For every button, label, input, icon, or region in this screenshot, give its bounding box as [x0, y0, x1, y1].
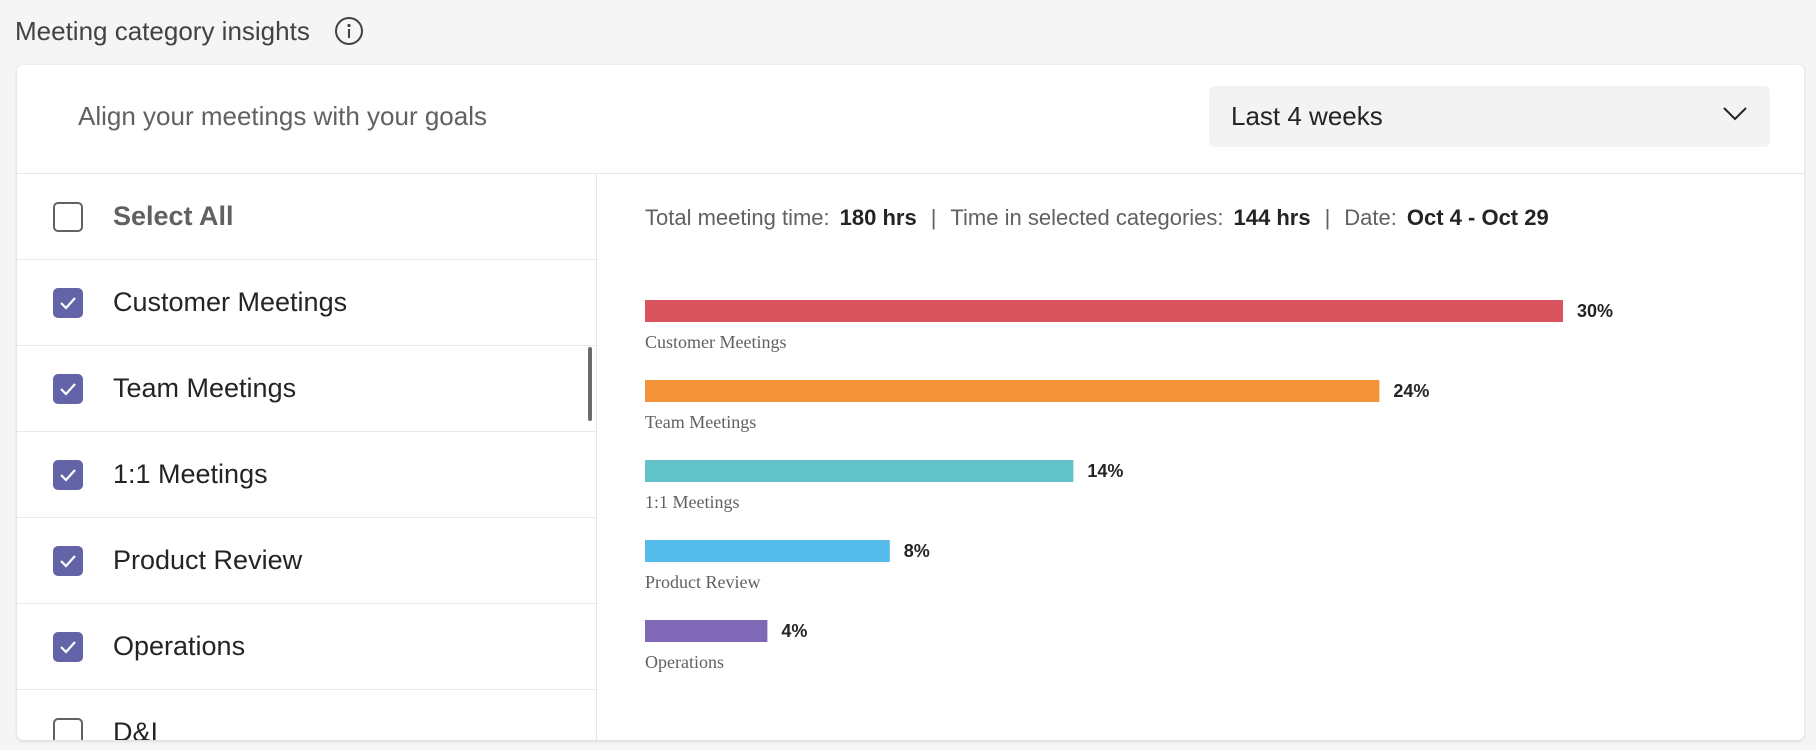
- bar-value-label: 8%: [904, 541, 930, 561]
- bar-category-label: Customer Meetings: [645, 332, 787, 352]
- category-label: Customer Meetings: [113, 287, 348, 317]
- category-item-operations[interactable]: Operations: [17, 604, 596, 690]
- category-label: D&I: [113, 717, 159, 740]
- bar-team-meetings[interactable]: [645, 380, 1380, 402]
- list-scrollbar[interactable]: [588, 347, 592, 421]
- checkmark-icon: [60, 554, 76, 568]
- checkmark-icon: [60, 468, 76, 482]
- bar-product-review[interactable]: [645, 540, 890, 562]
- team-meetings-checkbox[interactable]: [53, 373, 83, 404]
- category-label: Team Meetings: [113, 373, 297, 403]
- category-bar-chart: 30% Customer Meetings 24% Team Meetings 14% 1…: [645, 300, 1613, 672]
- operations-checkbox[interactable]: [53, 631, 83, 662]
- category-label: Select All: [113, 201, 234, 231]
- category-label: Operations: [113, 631, 246, 661]
- category-label: 1:1 Meetings: [113, 459, 268, 489]
- bar-value-label: 14%: [1087, 461, 1123, 481]
- info-icon[interactable]: [334, 16, 364, 46]
- checkmark-icon: [60, 382, 76, 396]
- bar-operations[interactable]: [645, 620, 768, 642]
- bar-1-1-meetings[interactable]: [645, 460, 1074, 482]
- category-list: Select All Customer Meetings Team Meetin…: [17, 174, 597, 740]
- insights-card: Align your meetings with your goals Last…: [17, 65, 1804, 740]
- page-header: Meeting category insights: [15, 10, 364, 52]
- bar-category-label: 1:1 Meetings: [645, 492, 740, 512]
- customer-meetings-checkbox[interactable]: [53, 287, 83, 318]
- chevron-down-icon: [1722, 106, 1748, 127]
- bar-category-label: Operations: [645, 652, 724, 672]
- category-item-product-review[interactable]: Product Review: [17, 518, 596, 604]
- card-subtitle: Align your meetings with your goals: [78, 101, 487, 131]
- checkmark-icon: [60, 296, 76, 310]
- d-and-i-checkbox[interactable]: [53, 717, 83, 740]
- bar-category-label: Product Review: [645, 572, 760, 592]
- category-item-d-and-i[interactable]: D&I: [17, 690, 596, 740]
- one-on-one-meetings-checkbox[interactable]: [53, 459, 83, 490]
- page-title: Meeting category insights: [15, 15, 310, 46]
- bar-customer-meetings[interactable]: [645, 300, 1563, 322]
- card-header: Align your meetings with your goals Last…: [17, 65, 1804, 174]
- date-range-value: Last 4 weeks: [1231, 101, 1383, 131]
- category-item-one-on-one-meetings[interactable]: 1:1 Meetings: [17, 432, 596, 518]
- category-item-select-all[interactable]: Select All: [17, 174, 596, 260]
- insights-pane: Total meeting time: 180 hrs | Time in se…: [597, 174, 1804, 740]
- bar-value-label: 30%: [1577, 301, 1613, 321]
- bar-value-label: 4%: [781, 621, 807, 641]
- category-item-customer-meetings[interactable]: Customer Meetings: [17, 260, 596, 346]
- select-all-checkbox[interactable]: [53, 201, 83, 232]
- bar-category-label: Team Meetings: [645, 412, 756, 432]
- category-item-team-meetings[interactable]: Team Meetings: [17, 346, 596, 432]
- category-label: Product Review: [113, 545, 303, 575]
- bar-value-label: 24%: [1393, 381, 1429, 401]
- product-review-checkbox[interactable]: [53, 545, 83, 576]
- date-range-dropdown[interactable]: Last 4 weeks: [1209, 86, 1770, 147]
- checkmark-icon: [60, 640, 76, 654]
